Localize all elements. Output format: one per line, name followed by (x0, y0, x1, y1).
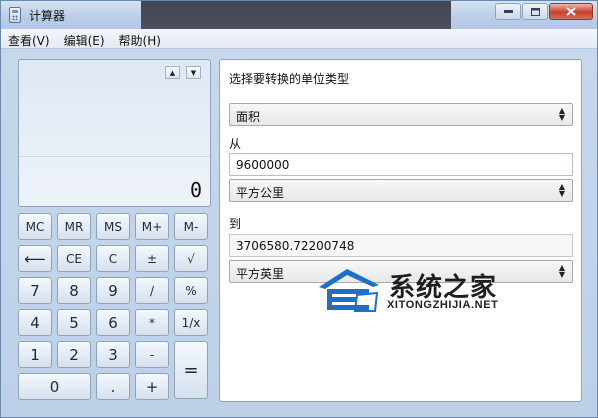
minimize-icon (503, 10, 513, 13)
m-minus-button[interactable]: M- (174, 213, 208, 240)
window-controls (495, 3, 593, 20)
digit-9-button[interactable]: 9 (96, 277, 130, 304)
sqrt-button[interactable]: √ (174, 245, 208, 272)
from-unit-value: 平方公里 (236, 186, 285, 200)
from-value-text: 9600000 (236, 158, 290, 172)
watermark-url: XITONGZHIJIA.NET (387, 299, 499, 311)
equals-button[interactable]: = (174, 341, 208, 399)
percent-button[interactable]: % (174, 277, 208, 304)
digit-0-button[interactable]: 0 (18, 373, 91, 400)
divide-button[interactable]: / (135, 277, 169, 304)
menu-view[interactable]: 查看(V) (1, 29, 57, 48)
digit-6-button[interactable]: 6 (96, 309, 130, 336)
multiply-button[interactable]: * (135, 309, 169, 336)
unit-type-select[interactable]: 面积 ▲ ▼ (229, 103, 573, 126)
digit-5-button[interactable]: 5 (57, 309, 91, 336)
unit-type-heading: 选择要转换的单位类型 (229, 72, 350, 86)
menu-bar: 查看(V) 编辑(E) 帮助(H) (1, 29, 597, 49)
to-value-output[interactable]: 3706580.72200748 (229, 234, 573, 257)
title-bar[interactable]: 计算器 (1, 1, 597, 29)
display-value: 0 (189, 178, 202, 202)
c-button[interactable]: C (96, 245, 130, 272)
window-title: 计算器 (29, 9, 66, 23)
subtract-button[interactable]: - (135, 341, 169, 368)
select-updown-icon: ▲ ▼ (558, 263, 565, 279)
from-value-input[interactable]: 9600000 (229, 153, 573, 176)
calculator-display: ▲ ▼ 0 (18, 59, 211, 207)
house-logo-icon (319, 269, 379, 312)
ms-button[interactable]: MS (96, 213, 130, 240)
triangle-down-icon: ▼ (190, 68, 197, 77)
from-label: 从 (229, 137, 242, 151)
m-plus-button[interactable]: M+ (135, 213, 169, 240)
unit-type-value: 面积 (236, 110, 261, 124)
calculator-window: 计算器 查看(V) 编辑(E) 帮助(H) ▲ ▼ 0 MC MR MS M+ … (0, 0, 598, 418)
plus-minus-button[interactable]: ± (135, 245, 169, 272)
maximize-button[interactable] (522, 3, 548, 20)
triangle-up-icon: ▲ (169, 68, 176, 77)
digit-1-button[interactable]: 1 (18, 341, 52, 368)
backspace-arrow-icon: ⟵ (24, 249, 46, 268)
history-scroll-up-button[interactable]: ▲ (165, 66, 180, 79)
menu-edit[interactable]: 编辑(E) (57, 29, 112, 48)
history-scroll-down-button[interactable]: ▼ (186, 66, 201, 79)
display-divider (19, 156, 210, 157)
close-icon (566, 7, 576, 16)
digit-4-button[interactable]: 4 (18, 309, 52, 336)
from-unit-select[interactable]: 平方公里 ▲ ▼ (229, 179, 573, 202)
close-button[interactable] (549, 3, 593, 20)
to-value-text: 3706580.72200748 (236, 239, 355, 253)
maximize-icon (530, 7, 540, 16)
ce-button[interactable]: CE (57, 245, 91, 272)
select-updown-icon: ▲ ▼ (558, 182, 565, 198)
mc-button[interactable]: MC (18, 213, 52, 240)
unit-converter-panel: 选择要转换的单位类型 面积 ▲ ▼ 从 9600000 平方公里 ▲ ▼ 到 370… (219, 59, 582, 402)
calculator-icon (9, 7, 21, 23)
reciprocal-button[interactable]: 1/x (174, 309, 208, 336)
minimize-button[interactable] (495, 3, 521, 20)
title-bar-background-strip (141, 1, 451, 29)
site-watermark: 系统之家 XITONGZHIJIA.NET (317, 263, 517, 323)
digit-3-button[interactable]: 3 (96, 341, 130, 368)
backspace-button[interactable]: ⟵ (18, 245, 52, 272)
to-label: 到 (229, 217, 242, 231)
mr-button[interactable]: MR (57, 213, 91, 240)
digit-2-button[interactable]: 2 (57, 341, 91, 368)
add-button[interactable]: + (135, 373, 169, 400)
select-updown-icon: ▲ ▼ (558, 106, 565, 122)
menu-help[interactable]: 帮助(H) (112, 29, 168, 48)
to-unit-value: 平方英里 (236, 267, 285, 281)
decimal-point-button[interactable]: . (96, 373, 130, 400)
digit-8-button[interactable]: 8 (57, 277, 91, 304)
digit-7-button[interactable]: 7 (18, 277, 52, 304)
